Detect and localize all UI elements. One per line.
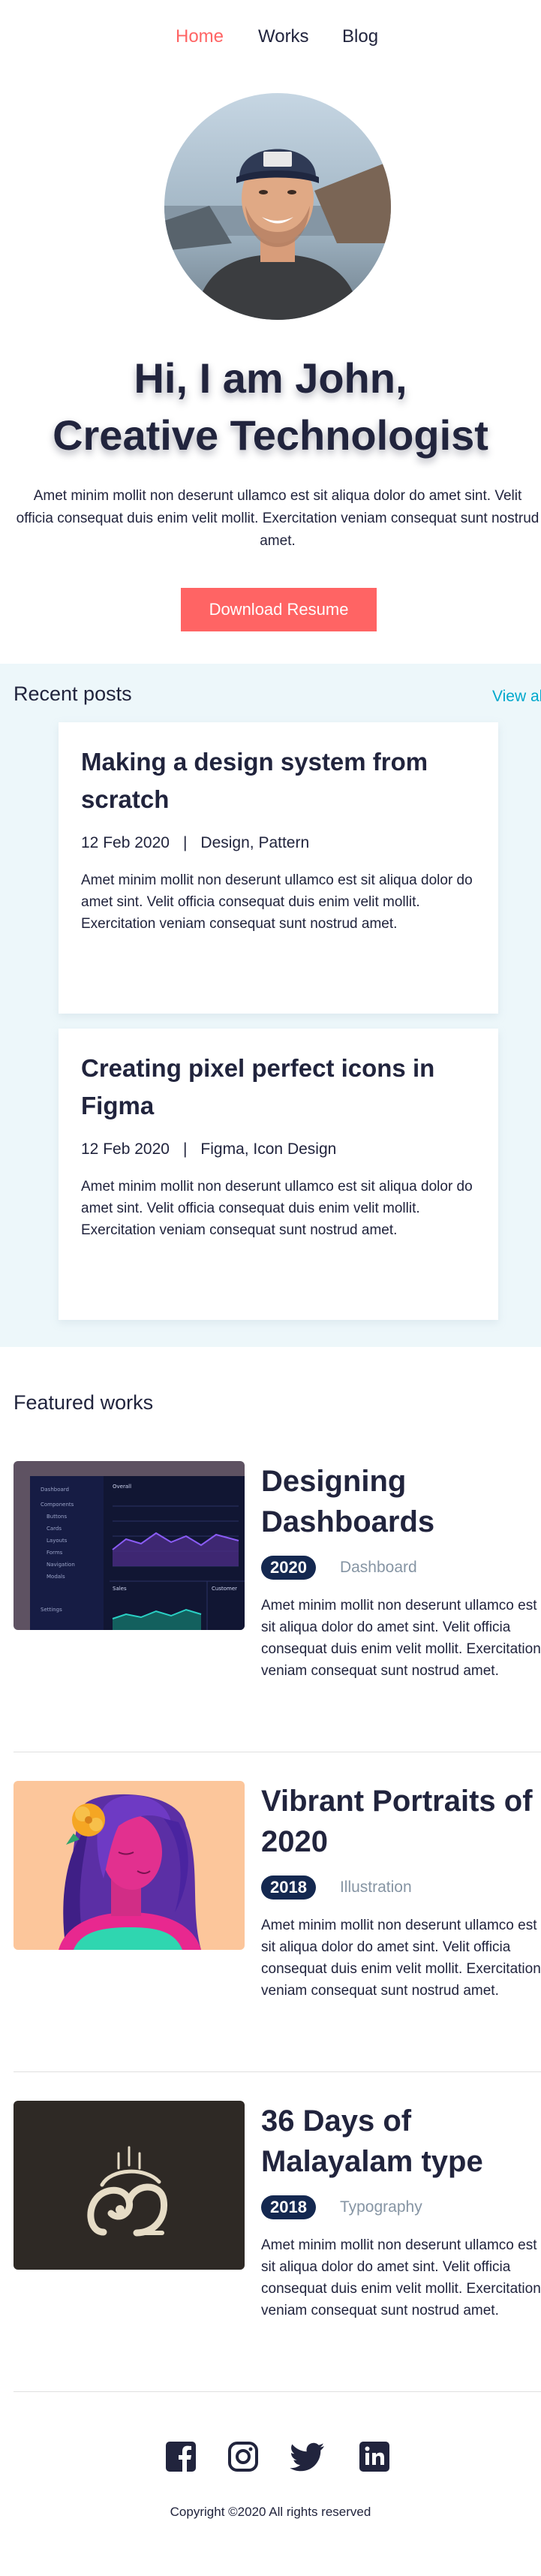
work-body: Vibrant Portraits of 2020 2018 Illustrat… [261, 1781, 541, 2016]
year-badge: 2018 [261, 1876, 316, 1900]
thumb-menu-item: Cards [47, 1526, 62, 1532]
post-date: 12 Feb 2020 [81, 1140, 170, 1158]
divider [14, 2071, 541, 2072]
work-description: Amet minim mollit non deserunt ullamco e… [261, 2237, 541, 2318]
year-badge: 2018 [261, 2195, 316, 2219]
post-meta: 12 Feb 2020 | Design, Pattern [81, 832, 476, 854]
work-tags: 2020 Dashboard [261, 1556, 541, 1580]
linkedin-icon[interactable] [358, 2440, 391, 2473]
post-tags: Design, Pattern [200, 834, 310, 851]
facebook-icon[interactable] [164, 2440, 197, 2473]
work-title[interactable]: Designing Dashboards [261, 1461, 541, 1542]
post-meta-separator: | [182, 1140, 188, 1158]
post-excerpt: Amet minim mollit non deserunt ullamco e… [81, 872, 473, 932]
hero-description: Amet minim mollit non deserunt ullamco e… [16, 488, 539, 549]
work-body: 36 Days of Malayalam type 2018 Typograph… [261, 2101, 541, 2336]
divider [14, 2391, 541, 2392]
post-card[interactable]: Making a design system from scratch 12 F… [59, 722, 498, 1014]
view-all-link[interactable]: View all [492, 683, 541, 710]
thumb-panel-label: Overall [113, 1484, 131, 1490]
work-description: Amet minim mollit non deserunt ullamco e… [261, 1918, 541, 1999]
recent-posts-section: Recent posts View all Making a design sy… [0, 664, 541, 1347]
thumb-panel-label: Sales [113, 1586, 127, 1592]
featured-works-title: Featured works [14, 1391, 154, 1414]
thumb-menu-item: Navigation [47, 1562, 75, 1568]
work-category: Typography [339, 2198, 422, 2216]
post-date: 12 Feb 2020 [81, 834, 170, 851]
hero-title-line-2: Creative Technologist [53, 411, 488, 459]
work-tags: 2018 Illustration [261, 1876, 541, 1900]
work-category: Illustration [339, 1879, 412, 1896]
work-item[interactable]: Dashboard Components Buttons Cards Layou… [14, 1461, 541, 1731]
avatar [164, 93, 391, 320]
nav-link-works[interactable]: Works [258, 24, 309, 50]
post-meta-separator: | [182, 834, 188, 851]
work-thumbnail-typography[interactable] [14, 2101, 245, 2270]
post-meta: 12 Feb 2020 | Figma, Icon Design [81, 1138, 476, 1161]
nav-link-home[interactable]: Home [176, 24, 224, 50]
download-resume-button[interactable]: Download Resume [181, 588, 377, 631]
copyright-text: Copyright ©2020 All rights reserved [170, 2505, 371, 2519]
work-title[interactable]: 36 Days of Malayalam type [261, 2101, 541, 2182]
thumb-menu-item: Dashboard [41, 1487, 69, 1493]
thumb-menu-item: Forms [47, 1550, 63, 1556]
thumb-menu-item: Layouts [47, 1538, 68, 1544]
twitter-icon[interactable] [290, 2440, 324, 2473]
work-item[interactable]: Vibrant Portraits of 2020 2018 Illustrat… [14, 1781, 541, 2051]
post-title[interactable]: Creating pixel perfect icons in Figma [81, 1050, 476, 1125]
post-title[interactable]: Making a design system from scratch [81, 743, 476, 818]
post-card[interactable]: Creating pixel perfect icons in Figma 12… [59, 1029, 498, 1320]
work-description: Amet minim mollit non deserunt ullamco e… [261, 1598, 541, 1679]
post-tags: Figma, Icon Design [200, 1140, 337, 1158]
work-tags: 2018 Typography [261, 2195, 541, 2219]
year-badge: 2020 [261, 1556, 316, 1580]
thumb-menu-item: Modals [47, 1574, 65, 1580]
top-nav: Home Works Blog [0, 0, 541, 75]
nav-link-blog[interactable]: Blog [342, 24, 378, 50]
work-category: Dashboard [339, 1559, 417, 1576]
work-item[interactable]: 36 Days of Malayalam type 2018 Typograph… [14, 2101, 541, 2371]
hero-title: Hi, I am John, Creative Technologist [0, 350, 541, 464]
thumb-panel-label: Customer [212, 1586, 237, 1592]
thumb-menu-item: Buttons [47, 1514, 67, 1520]
work-thumbnail-portrait[interactable] [14, 1781, 245, 1950]
instagram-icon[interactable] [227, 2440, 260, 2473]
post-excerpt: Amet minim mollit non deserunt ullamco e… [81, 1179, 473, 1238]
work-thumbnail-dashboard[interactable]: Dashboard Components Buttons Cards Layou… [14, 1461, 245, 1630]
work-title[interactable]: Vibrant Portraits of 2020 [261, 1781, 541, 1862]
recent-posts-title: Recent posts [14, 682, 132, 705]
thumb-menu-item: Settings [41, 1607, 62, 1613]
hero-title-line-1: Hi, I am John, [134, 354, 407, 402]
thumb-menu-item: Components [41, 1502, 74, 1508]
work-body: Designing Dashboards 2020 Dashboard Amet… [261, 1461, 541, 1696]
